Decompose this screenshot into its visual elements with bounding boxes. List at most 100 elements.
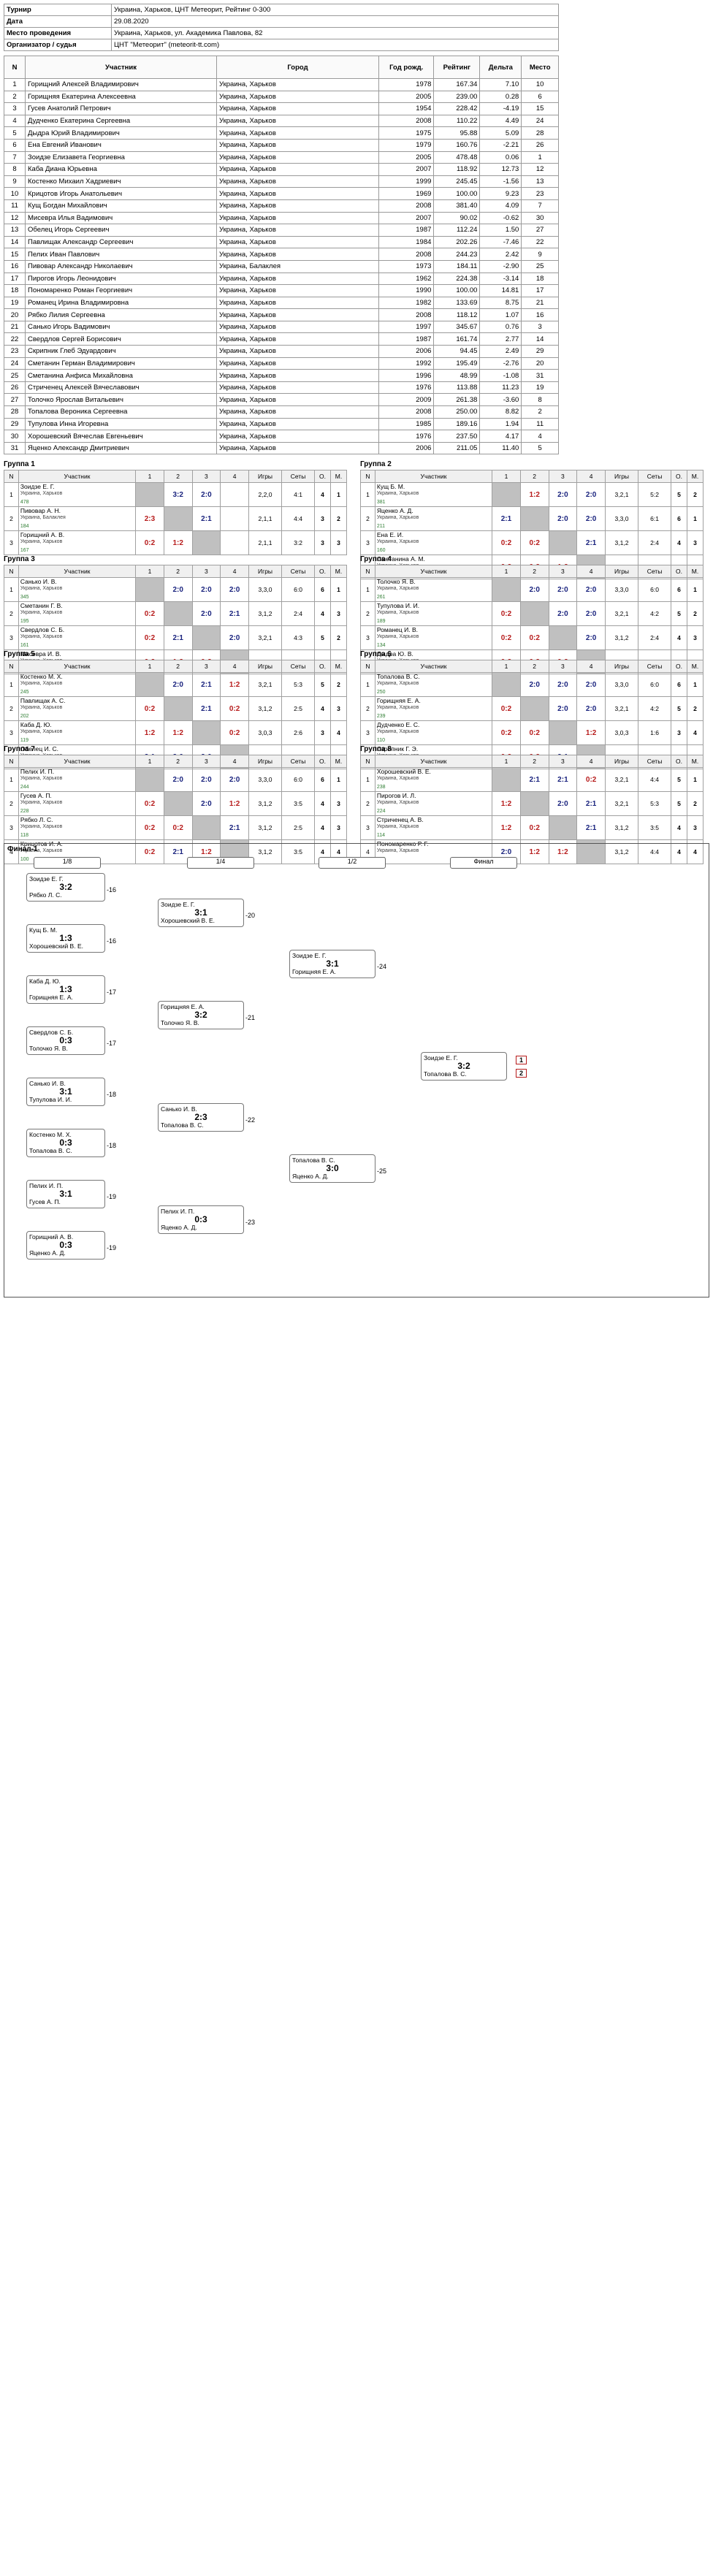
players-cell: -4.19 <box>479 102 522 115</box>
players-cell: Украина, Харьков <box>216 393 379 407</box>
players-cell: Гусев Анатолий Петрович <box>25 102 217 115</box>
group-place: 1 <box>330 577 347 603</box>
table-row: 1 Зоидзе Е. Г. Украина, Харьков 478 3:2 2:0 2,… <box>4 482 347 508</box>
group-header-1: Участник <box>18 755 137 769</box>
players-cell: Свердлов Сергей Борисович <box>25 332 217 346</box>
participant-city: Украина, Харьков <box>20 681 63 687</box>
match-loser-ref: -18 <box>107 1091 117 1099</box>
group-points: 4 <box>314 791 332 817</box>
players-cell: 2008 <box>378 405 435 419</box>
group-header-1: Участник <box>374 755 493 769</box>
table-row: 27 Толочко Ярослав Витальевич Украина, Хар… <box>4 393 559 407</box>
group-result-cell: 2:0 <box>163 577 193 603</box>
players-cell: 17 <box>4 272 26 286</box>
players-cell: Скрипник Глеб Эдуардович <box>25 345 217 358</box>
players-cell: 7 <box>4 150 26 164</box>
group-result-cell: 1:2 <box>135 720 164 746</box>
table-row: 22 Свердлов Сергей Борисович Украина, Харь… <box>4 332 559 346</box>
group-header-1: Участник <box>18 660 137 674</box>
group-place: 3 <box>330 696 347 722</box>
group-sets: 6:0 <box>638 577 672 603</box>
players-cell: 2008 <box>378 248 435 261</box>
group-result-cell: 0:2 <box>492 696 521 722</box>
players-cell: 5.09 <box>479 126 522 140</box>
participant-city: Украина, Харьков <box>376 515 419 521</box>
participant-rating: 381 <box>376 500 386 506</box>
players-cell: Украина, Харьков <box>216 430 379 443</box>
participant-name: Кущ Б. М. <box>376 483 405 491</box>
players-cell: Украина, Харьков <box>216 114 379 128</box>
group-place: 2 <box>330 625 347 651</box>
group-result-cell: 2:0 <box>576 696 606 722</box>
players-cell: 94.45 <box>433 345 481 358</box>
participant-name: Каба Д. Ю. <box>20 721 52 729</box>
group-header-2: 1 <box>135 660 164 674</box>
table-row: 4 Дудченко Екатерина Сергеевна Украина, Ха… <box>4 114 559 128</box>
group-result-cell: 2:0 <box>548 696 578 722</box>
players-cell: 15 <box>4 248 26 261</box>
players-cell: 30 <box>4 430 26 443</box>
participant-city: Украина, Харьков <box>20 776 63 782</box>
players-cell: 3 <box>521 320 559 334</box>
players-cell: 26 <box>4 381 26 395</box>
players-cell: Горищняя Екатерина Алексеевна <box>25 90 217 104</box>
group-row-number: 3 <box>360 720 375 746</box>
group-points: 3 <box>314 720 332 746</box>
group-games: 3,1,2 <box>604 815 639 841</box>
participant-name: Стриченец А. В. <box>376 816 424 824</box>
players-cell: 19 <box>4 296 26 310</box>
players-cell: Каба Диана Юрьевна <box>25 163 217 176</box>
players-cell: 30 <box>521 211 559 225</box>
participant-rating: 195 <box>20 619 29 625</box>
players-cell: Украина, Харьков <box>216 332 379 346</box>
participant-name: Дудченко Е. С. <box>376 721 420 729</box>
group-header-4: 3 <box>548 660 578 674</box>
group-header-5: 4 <box>220 565 249 579</box>
group-sets: 4:2 <box>638 601 672 627</box>
participant-name: Санько И. В. <box>20 578 57 586</box>
players-cell: Сметанина Анфиса Михайловна <box>25 369 217 382</box>
group-row-number: 1 <box>360 577 375 603</box>
group-sets: 4:4 <box>638 767 672 793</box>
players-cell: 24 <box>4 357 26 370</box>
group-result-cell <box>492 672 521 698</box>
group-result-cell: 0:2 <box>135 815 164 841</box>
players-cell: Украина, Харьков <box>216 211 379 225</box>
group-games: 2,1,1 <box>248 530 283 556</box>
players-cell: 8 <box>521 393 559 407</box>
group-points: 6 <box>671 672 688 698</box>
participant-name: Романец И. В. <box>376 626 418 634</box>
players-cell: 1987 <box>378 224 435 237</box>
participant-rating: 238 <box>376 785 386 790</box>
group-result-cell <box>135 767 164 793</box>
players-cell: 29 <box>521 345 559 358</box>
table-row: 1 Костенко М. Х. Украина, Харьков 245 2:0 2:1… <box>4 672 347 698</box>
players-cell: 0.28 <box>479 90 522 104</box>
players-cell: 11.23 <box>479 381 522 395</box>
group-header-7: Сеты <box>638 470 672 484</box>
group-games: 3,1,2 <box>248 696 283 722</box>
group-result-cell: 2:0 <box>548 482 578 508</box>
participant-city: Украина, Харьков <box>20 634 63 640</box>
group-row-number: 1 <box>360 767 375 793</box>
match-box: Топалова В. С. 3:0 Яценко А. Д. <box>289 1154 375 1184</box>
group-row-number: 3 <box>360 625 375 651</box>
participant-name: Яценко А. Д. <box>376 507 413 515</box>
group-header-0: N <box>360 470 375 484</box>
group-header-3: 2 <box>519 660 549 674</box>
table-row: 25 Сметанина Анфиса Михайловна Украина, Ха… <box>4 369 559 382</box>
group-row-number: 3 <box>360 530 375 556</box>
players-cell: -3.60 <box>479 393 522 407</box>
players-cell: 9 <box>4 175 26 188</box>
place-value: Украина, Харьков, ул. Академика Павлова,… <box>111 27 559 39</box>
group-points: 5 <box>314 625 332 651</box>
participant-rating: 250 <box>376 690 386 696</box>
players-cell: -3.14 <box>479 272 522 286</box>
players-cell: Зоидзе Елизавета Георгиевна <box>25 150 217 164</box>
players-cell: Украина, Харьков <box>216 235 379 249</box>
group-result-cell: 2:1 <box>576 530 606 556</box>
group-title: Группа 3 <box>4 555 35 564</box>
group-header-7: Сеты <box>281 755 316 769</box>
group-points: 4 <box>314 696 332 722</box>
group-result-cell: 0:2 <box>492 530 521 556</box>
